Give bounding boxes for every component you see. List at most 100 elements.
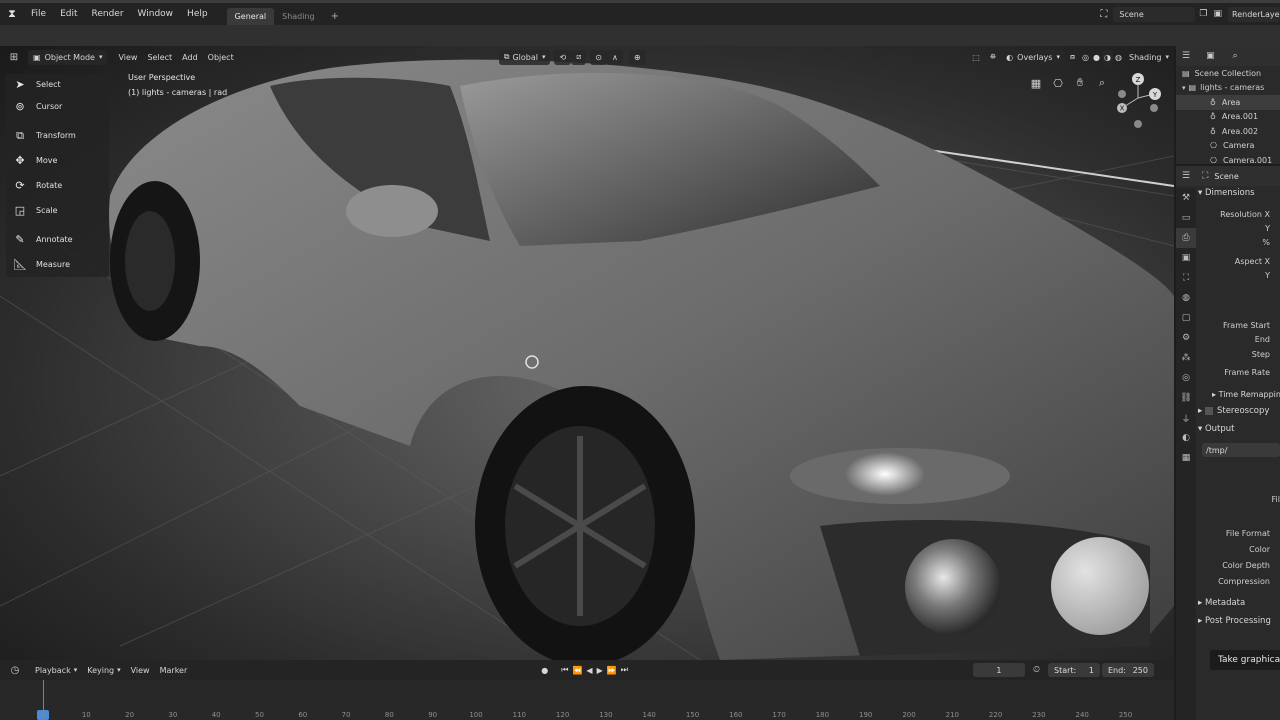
view-object-types-icon[interactable]: ⬚ <box>967 50 985 65</box>
data-tab-icon[interactable]: ⏚ <box>1176 408 1196 428</box>
menu-render[interactable]: Render <box>85 9 131 19</box>
outliner-item[interactable]: ♁ Area <box>1176 95 1280 110</box>
menu-window[interactable]: Window <box>131 9 181 19</box>
menu-object[interactable]: Object <box>203 50 239 65</box>
end-frame-field[interactable]: End: 250 <box>1102 663 1154 677</box>
scene-tab-icon[interactable]: ⛶ <box>1176 268 1196 288</box>
outliner-scene-collection[interactable]: ▤ Scene Collection <box>1176 66 1280 81</box>
play-reverse-icon[interactable]: ◀ <box>584 663 594 678</box>
panel-post-processing[interactable]: ▸ Post Processing <box>1198 616 1271 626</box>
menu-timeline-view[interactable]: View <box>126 663 155 678</box>
modifiers-tab-icon[interactable]: ⚙ <box>1176 328 1196 348</box>
view-layer-selector[interactable]: RenderLayer <box>1228 6 1280 22</box>
transform-orientation-selector[interactable]: ⧉ Global ▾ <box>498 49 551 65</box>
toggle-camera-view-icon[interactable]: ▦ <box>1027 74 1045 92</box>
outliner-collection[interactable]: ▾ ▤ lights - cameras <box>1176 81 1280 96</box>
menu-keying[interactable]: Keying ▾ <box>82 663 125 678</box>
render-tab-icon[interactable]: ▭ <box>1176 208 1196 228</box>
timeline[interactable]: 0 10 20 30 40 50 60 70 80 90 100 110 120 130 140 150 160… <box>0 680 1174 720</box>
show-gizmo-icon[interactable]: ⛯ <box>985 50 1001 65</box>
current-frame-field[interactable]: 1 <box>972 663 1025 677</box>
timeline-editor-icon[interactable]: ◷ <box>0 665 30 676</box>
particles-tab-icon[interactable]: ⁂ <box>1176 348 1196 368</box>
tool-tab-icon[interactable]: ⚒ <box>1176 188 1196 208</box>
output-path-field[interactable]: /tmp/ <box>1202 443 1280 457</box>
menu-view[interactable]: View <box>113 50 142 65</box>
display-mode-icon[interactable]: ▣ <box>1206 51 1215 61</box>
tool-cursor[interactable]: ⊚ Cursor <box>6 94 109 119</box>
view-layer-name: RenderLayer <box>1232 9 1280 19</box>
tool-rotate[interactable]: ⟳ Rotate <box>6 173 109 198</box>
overlays-toggle[interactable]: ◐ Overlays ▾ <box>1001 49 1065 65</box>
tool-transform[interactable]: ⧉ Transform <box>6 123 109 148</box>
menu-marker[interactable]: Marker <box>155 663 193 678</box>
stereoscopy-checkbox[interactable] <box>1204 406 1213 415</box>
output-tab-icon[interactable]: ⎙ <box>1176 228 1196 248</box>
zoom-view-icon[interactable]: ⌕ <box>1093 74 1111 92</box>
pivot-icon[interactable]: ⟲ <box>554 49 572 65</box>
jump-keyframe-forward-icon[interactable]: ⏩ <box>605 663 619 678</box>
add-workspace-button[interactable]: + <box>323 8 347 25</box>
preview-range-icon[interactable]: ⏲ <box>1033 665 1040 675</box>
menu-help[interactable]: Help <box>180 9 215 19</box>
proportional-edit-icon[interactable]: ⊙ <box>590 49 607 65</box>
panel-dimensions[interactable]: ▾ Dimensions <box>1198 188 1255 198</box>
view-layer-icon[interactable]: ▣ <box>1213 9 1222 19</box>
outliner-item[interactable]: ♁ Area.002 <box>1176 124 1280 139</box>
tool-move[interactable]: ✥ Move <box>6 148 109 173</box>
blender-logo-icon[interactable]: ⧗ <box>0 7 24 21</box>
texture-tab-icon[interactable]: ▦ <box>1176 448 1196 468</box>
jump-end-icon[interactable]: ⏭ <box>619 663 630 678</box>
search-icon[interactable]: ⌕ <box>1233 51 1238 61</box>
tool-select[interactable]: ➤ Select <box>6 74 109 94</box>
material-tab-icon[interactable]: ◐ <box>1176 428 1196 448</box>
panel-output[interactable]: ▾ Output <box>1198 424 1235 434</box>
jump-start-icon[interactable]: ⏮ <box>559 663 570 678</box>
tab-general[interactable]: General <box>226 8 275 25</box>
compression-label: Compression <box>1218 577 1270 586</box>
properties-editor-icon[interactable]: ☰ <box>1182 171 1190 181</box>
pan-view-hand-icon[interactable]: ✋︎ <box>1071 74 1089 92</box>
panel-metadata[interactable]: ▸ Metadata <box>1198 598 1245 608</box>
panel-stereoscopy[interactable]: ▸ Stereoscopy <box>1198 406 1269 416</box>
mode-selector[interactable]: ▣ Object Mode ▾ <box>28 49 108 65</box>
world-tab-icon[interactable]: ◍ <box>1176 288 1196 308</box>
falloff-icon[interactable]: ∧ <box>606 49 623 65</box>
solid-shading-icon[interactable]: ● <box>1091 50 1102 65</box>
play-icon[interactable]: ▶ <box>595 663 605 678</box>
menu-select[interactable]: Select <box>142 50 177 65</box>
jump-keyframe-back-icon[interactable]: ⏪ <box>570 663 584 678</box>
wireframe-shading-icon[interactable]: ◎ <box>1080 50 1091 65</box>
start-frame-field[interactable]: Start: 1 <box>1048 663 1100 677</box>
editor-type-icon[interactable]: ⊞ <box>0 52 28 63</box>
physics-tab-icon[interactable]: ◎ <box>1176 368 1196 388</box>
menu-file[interactable]: File <box>24 9 53 19</box>
rendered-shading-icon[interactable]: ◍ <box>1113 50 1124 65</box>
outliner-item[interactable]: ⎔ Camera <box>1176 139 1280 154</box>
xray-icon[interactable]: ⧈ <box>1065 50 1080 65</box>
subpanel-time-remapping[interactable]: ▸ Time Remapping <box>1212 390 1280 399</box>
scene-selector[interactable]: Scene <box>1113 6 1196 22</box>
menu-edit[interactable]: Edit <box>53 9 84 19</box>
object-tab-icon[interactable]: ▢ <box>1176 308 1196 328</box>
copy-scene-icon[interactable]: ❐ <box>1199 9 1207 19</box>
camera-view-icon[interactable]: ⎔ <box>1049 74 1067 92</box>
navigation-gizmo[interactable]: Z Y X <box>1112 72 1164 130</box>
constraints-tab-icon[interactable]: ⛓ <box>1176 388 1196 408</box>
shading-popover[interactable]: Shading ▾ <box>1124 50 1174 65</box>
outliner-editor-icon[interactable]: ☰ <box>1182 51 1190 61</box>
3d-viewport[interactable] <box>0 46 1174 660</box>
record-icon[interactable]: ● <box>536 663 553 678</box>
menu-add[interactable]: Add <box>177 50 203 65</box>
tab-shading[interactable]: Shading <box>274 8 323 25</box>
view-layer-tab-icon[interactable]: ▣ <box>1176 248 1196 268</box>
tool-annotate[interactable]: ✎ Annotate <box>6 227 109 252</box>
tool-measure[interactable]: 📐︎ Measure <box>6 252 109 277</box>
snap-icon[interactable]: ⧄ <box>571 49 587 65</box>
material-shading-icon[interactable]: ◑ <box>1102 49 1113 65</box>
menu-playback[interactable]: Playback ▾ <box>30 663 82 678</box>
gizmo-toggle-icon[interactable]: ⊕ <box>628 49 646 65</box>
outliner-item[interactable]: ♁ Area.001 <box>1176 110 1280 125</box>
scene-icon[interactable]: ⛶ <box>1100 9 1107 20</box>
tool-scale[interactable]: ◲ Scale <box>6 198 109 223</box>
